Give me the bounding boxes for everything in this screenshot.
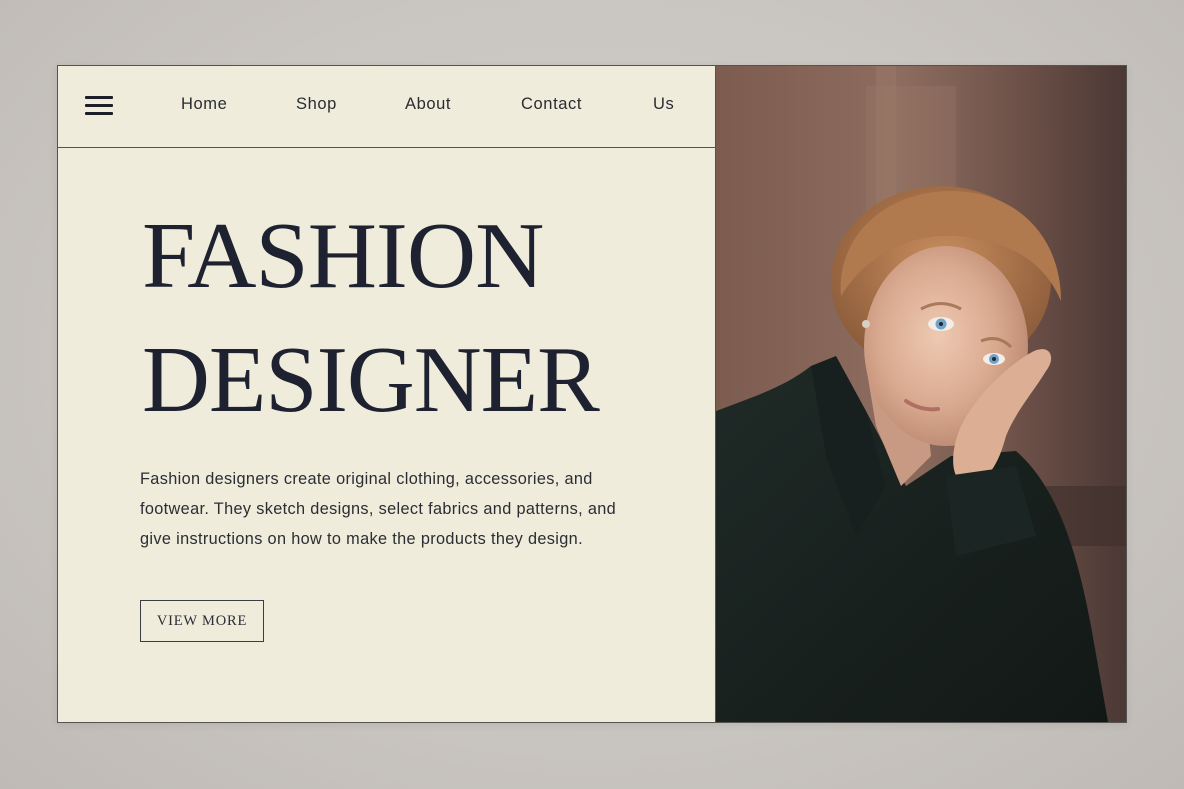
landing-page-card: Home Shop About Contact Us FASHION DESIG… bbox=[57, 65, 1127, 723]
description-line-3: give instructions on how to make the pro… bbox=[140, 530, 583, 548]
nav-link-contact[interactable]: Contact bbox=[521, 95, 582, 114]
hero-description: Fashion designers create original clothi… bbox=[140, 464, 680, 554]
headline-line-2: DESIGNER bbox=[142, 328, 600, 432]
hamburger-menu-icon[interactable] bbox=[85, 96, 113, 116]
nav-link-us[interactable]: Us bbox=[653, 95, 674, 114]
nav-link-about[interactable]: About bbox=[405, 95, 451, 114]
model-portrait-photo bbox=[716, 66, 1126, 722]
description-line-1: Fashion designers create original clothi… bbox=[140, 470, 593, 488]
top-navigation: Home Shop About Contact Us bbox=[58, 66, 715, 148]
nav-link-shop[interactable]: Shop bbox=[296, 95, 337, 114]
headline-line-1: FASHION bbox=[142, 204, 544, 308]
view-more-button[interactable]: VIEW MORE bbox=[140, 600, 264, 642]
content-panel: Home Shop About Contact Us FASHION DESIG… bbox=[58, 66, 716, 722]
nav-link-home[interactable]: Home bbox=[181, 95, 227, 114]
description-line-2: footwear. They sketch designs, select fa… bbox=[140, 500, 617, 518]
